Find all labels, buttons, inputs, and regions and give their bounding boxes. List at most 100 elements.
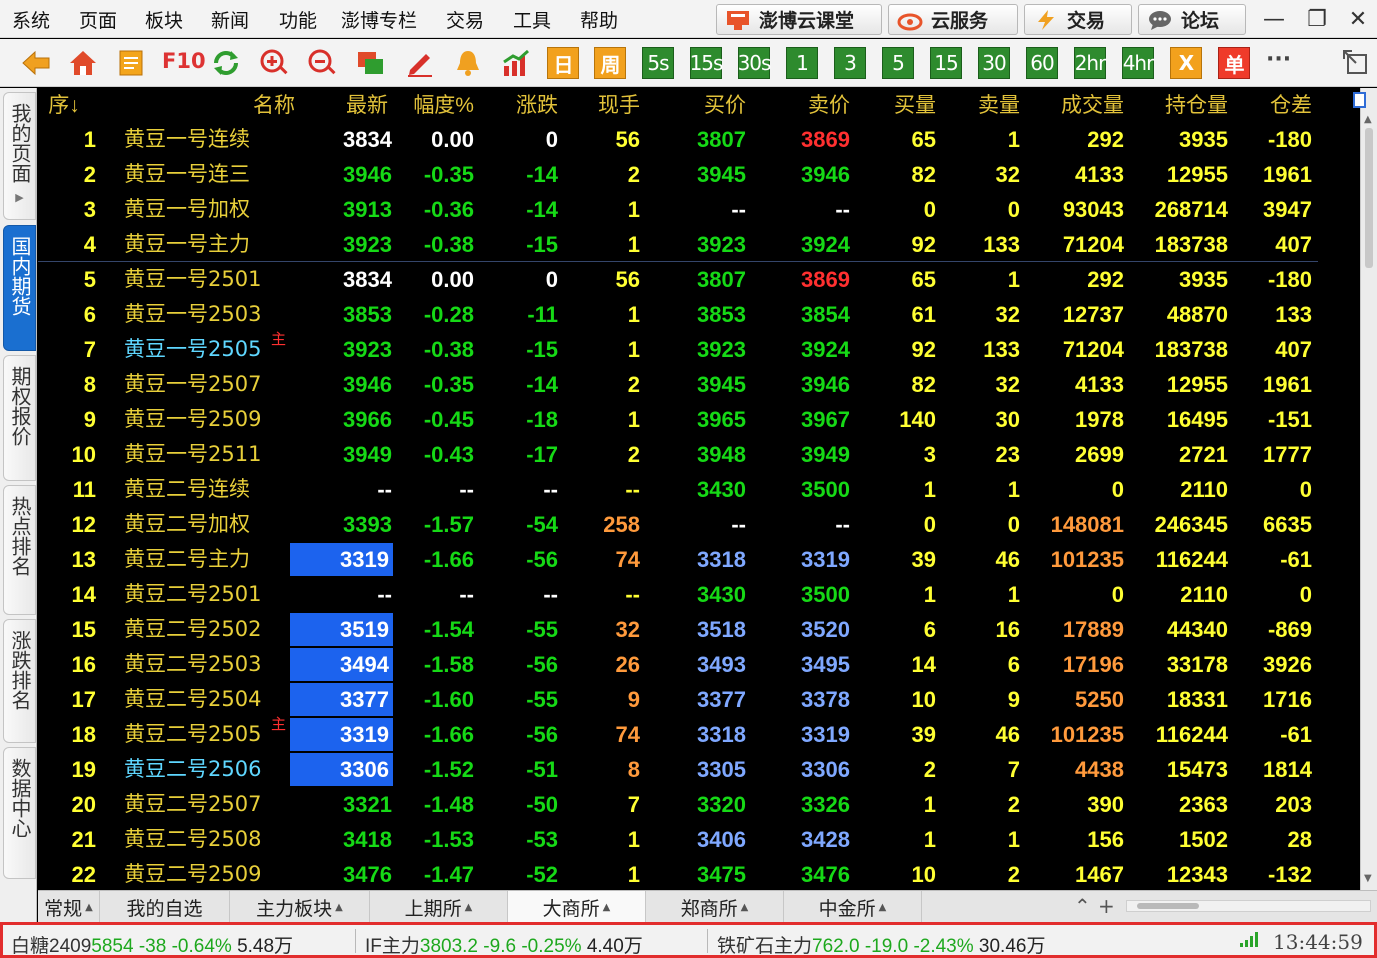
column-header[interactable]: 成交量 bbox=[1024, 88, 1124, 123]
menu-sector[interactable]: 板块 bbox=[145, 6, 183, 33]
table-row[interactable]: 20 黄豆二号2507 3321 -1.48 -50 7 3320 3326 1 2 390 2363… bbox=[38, 787, 1360, 822]
column-header[interactable]: 现手 bbox=[560, 88, 640, 123]
scroll-up-icon[interactable]: ▲ bbox=[1364, 114, 1372, 125]
side-tab-options-quote[interactable]: 期权报价 bbox=[3, 355, 36, 481]
refresh-icon[interactable] bbox=[210, 47, 242, 79]
period-15s[interactable]: 15s bbox=[690, 47, 723, 79]
menu-news[interactable]: 新闻 bbox=[211, 6, 249, 33]
period-30min[interactable]: 30 bbox=[978, 47, 1010, 79]
column-header[interactable]: 卖价 bbox=[750, 88, 850, 123]
table-row[interactable]: 5 黄豆一号2501 3834 0.00 0 56 3807 3869 65 1 292 3935 -1… bbox=[38, 262, 1360, 297]
column-header[interactable]: 买量 bbox=[856, 88, 936, 123]
table-row[interactable]: 11 黄豆二号连续 -- -- -- -- 3430 3500 1 1 0 2110 0 bbox=[38, 472, 1360, 507]
period-week[interactable]: 周 bbox=[594, 47, 626, 79]
period-15min[interactable]: 15 bbox=[930, 47, 962, 79]
menu-system[interactable]: 系统 bbox=[12, 6, 50, 33]
hscroll-thumb[interactable] bbox=[1137, 903, 1199, 909]
table-row[interactable]: 6 黄豆一号2503 3853 -0.28 -11 1 3853 3854 61 32 12737 4… bbox=[38, 297, 1360, 332]
close-chart-button[interactable]: X bbox=[1170, 47, 1202, 79]
home-icon[interactable] bbox=[67, 47, 99, 79]
table-row[interactable]: 22 黄豆二号2509 3476 -1.47 -52 1 3475 3476 10 2 1467 12… bbox=[38, 857, 1360, 890]
news-document-icon[interactable] bbox=[115, 47, 147, 79]
column-header[interactable]: 仓差 bbox=[1232, 88, 1312, 123]
table-row[interactable]: 3 黄豆一号加权 3913 -0.36 -14 1 -- -- 0 0 93043 268714 394… bbox=[38, 192, 1360, 227]
menu-tools[interactable]: 工具 bbox=[513, 6, 551, 33]
table-row[interactable]: 17 黄豆二号2504 3377 -1.60 -55 9 3377 3378 10 9 5250 18… bbox=[38, 682, 1360, 717]
f10-button[interactable]: F10 bbox=[162, 49, 206, 73]
period-1min[interactable]: 1 bbox=[786, 47, 818, 79]
table-row[interactable]: 18 黄豆二号2505 3319 -1.66 -56 74 3318 3319 39 46 1012… bbox=[38, 716, 1360, 752]
scroll-down-icon[interactable]: ▼ bbox=[1364, 873, 1372, 884]
maximize-button[interactable]: ❐ bbox=[1302, 5, 1332, 33]
period-3min[interactable]: 3 bbox=[834, 47, 866, 79]
table-row[interactable]: 4 黄豆一号主力 3923 -0.38 -15 1 3923 3924 92 133 71204 18… bbox=[38, 227, 1360, 262]
corner-toggle[interactable] bbox=[1353, 92, 1366, 108]
side-tab-my-page[interactable]: 我的页面 ▶ bbox=[3, 92, 36, 220]
table-row[interactable]: 14 黄豆二号2501 -- -- -- -- 3430 3500 1 1 0 2110 0 bbox=[38, 577, 1360, 612]
period-4hr[interactable]: 4hr bbox=[1122, 47, 1154, 79]
menu-help[interactable]: 帮助 bbox=[580, 6, 618, 33]
column-header[interactable]: 涨跌 bbox=[478, 88, 558, 123]
side-tab-domestic-futures[interactable]: 国内期货 bbox=[3, 225, 36, 351]
horizontal-scrollbar[interactable] bbox=[1126, 900, 1371, 912]
bottom-tab-cffex[interactable]: 中金所 ▲ bbox=[784, 891, 922, 923]
table-row[interactable]: 8 黄豆一号2507 3946 -0.35 -14 2 3945 3946 82 32 4133 12… bbox=[38, 367, 1360, 402]
trade-button[interactable]: 交易 bbox=[1024, 4, 1132, 35]
table-row[interactable]: 15 黄豆二号2502 3519 -1.54 -55 32 3518 3520 6 16 17889… bbox=[38, 612, 1360, 647]
table-row[interactable]: 21 黄豆二号2508 3418 -1.53 -53 1 3406 3428 1 1 156 1502… bbox=[38, 822, 1360, 857]
table-row[interactable]: 10 黄豆一号2511 3949 -0.43 -17 2 3948 3949 3 23 2699 27… bbox=[38, 437, 1360, 472]
back-arrow-icon[interactable] bbox=[20, 47, 52, 79]
period-30s[interactable]: 30s bbox=[738, 47, 771, 79]
alarm-bell-icon[interactable] bbox=[452, 47, 484, 79]
cloud-service-button[interactable]: 云服务 bbox=[888, 4, 1018, 35]
period-5min[interactable]: 5 bbox=[882, 47, 914, 79]
ticker-sugar[interactable]: 白糖24095854 -38 -0.64% 5.48万 bbox=[11, 931, 293, 958]
bottom-tab-shfe[interactable]: 上期所 ▲ bbox=[370, 891, 508, 923]
column-header[interactable]: 卖量 bbox=[940, 88, 1020, 123]
bottom-tab-watchlist[interactable]: 我的自选 bbox=[100, 891, 230, 923]
exit-fullscreen-icon[interactable] bbox=[1340, 47, 1372, 79]
period-2hr[interactable]: 2hr bbox=[1074, 47, 1106, 79]
column-header[interactable]: 最新 bbox=[290, 88, 388, 123]
pen-draw-icon[interactable] bbox=[404, 47, 436, 79]
period-60min[interactable]: 60 bbox=[1026, 47, 1058, 79]
table-row[interactable]: 1 黄豆一号连续 3834 0.00 0 56 3807 3869 65 1 292 3935 -180 bbox=[38, 122, 1360, 157]
table-row[interactable]: 2 黄豆一号连三 3946 -0.35 -14 2 3945 3946 82 32 4133 1295… bbox=[38, 157, 1360, 192]
table-row[interactable]: 7 黄豆一号2505 3923 -0.38 -15 1 3923 3924 92 133 71204… bbox=[38, 331, 1360, 367]
collapse-tabs-icon[interactable]: ⌃ bbox=[1074, 894, 1091, 918]
vertical-scrollbar[interactable]: ▲ ▼ bbox=[1360, 88, 1377, 890]
more-button[interactable]: ··· bbox=[1266, 47, 1291, 72]
table-row[interactable]: 9 黄豆一号2509 3966 -0.45 -18 1 3965 3967 140 30 1978 1… bbox=[38, 402, 1360, 437]
forum-button[interactable]: 论坛 bbox=[1138, 4, 1246, 35]
bottom-tab-general[interactable]: 常规 ▲ bbox=[38, 891, 100, 923]
table-row[interactable]: 19 黄豆二号2506 3306 -1.52 -51 8 3305 3306 2 7 4438 154… bbox=[38, 752, 1360, 787]
table-row[interactable]: 16 黄豆二号2503 3494 -1.58 -56 26 3493 3495 14 6 17196… bbox=[38, 647, 1360, 682]
column-header[interactable]: 买价 bbox=[638, 88, 746, 123]
period-day[interactable]: 日 bbox=[547, 47, 579, 79]
bottom-tab-dce[interactable]: 大商所 ▲ bbox=[508, 891, 646, 923]
side-tab-data-center[interactable]: 数据中心 bbox=[3, 747, 36, 879]
ticker-if-main[interactable]: IF主力3803.2 -9.6 -0.25% 4.40万 bbox=[365, 931, 643, 958]
column-header[interactable]: 序↓ bbox=[44, 88, 84, 123]
trend-chart-icon[interactable] bbox=[500, 47, 532, 79]
period-5s[interactable]: 5s bbox=[642, 47, 674, 79]
table-row[interactable]: 13 黄豆二号主力 3319 -1.66 -56 74 3318 3319 39 46 101235… bbox=[38, 542, 1360, 577]
menu-column[interactable]: 澎博专栏 bbox=[341, 6, 417, 33]
scroll-thumb[interactable] bbox=[1365, 128, 1373, 268]
table-row[interactable]: 12 黄豆二号加权 3393 -1.57 -54 258 -- -- 0 0 148081 24634… bbox=[38, 507, 1360, 542]
bottom-tab-main-sector[interactable]: 主力板块 ▲ bbox=[230, 891, 370, 923]
menu-function[interactable]: 功能 bbox=[279, 6, 317, 33]
column-header[interactable]: 幅度% bbox=[394, 88, 474, 123]
zoom-in-icon[interactable] bbox=[258, 47, 290, 79]
column-header[interactable]: 持仓量 bbox=[1128, 88, 1228, 123]
close-button[interactable]: ✕ bbox=[1343, 5, 1373, 33]
side-tab-hot-ranking[interactable]: 热点排名 bbox=[3, 485, 36, 615]
cloud-classroom-button[interactable]: 澎博云课堂 bbox=[716, 4, 882, 35]
bottom-tab-czce[interactable]: 郑商所 ▲ bbox=[646, 891, 784, 923]
ticker-iron-ore[interactable]: 铁矿石主力762.0 -19.0 -2.43% 30.46万 bbox=[717, 931, 1045, 958]
menu-page[interactable]: 页面 bbox=[79, 6, 117, 33]
menu-trade[interactable]: 交易 bbox=[446, 6, 484, 33]
side-tab-change-ranking[interactable]: 涨跌排名 bbox=[3, 619, 36, 743]
order-button[interactable]: 单 bbox=[1218, 47, 1250, 79]
window-stack-icon[interactable] bbox=[355, 47, 387, 79]
